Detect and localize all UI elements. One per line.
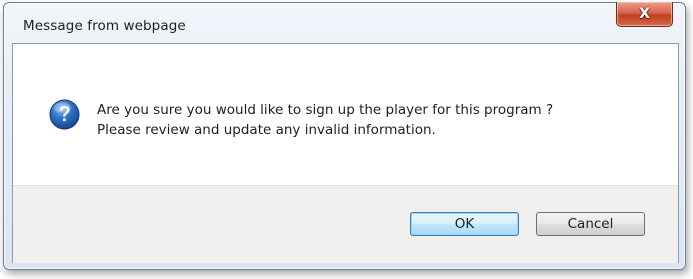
message-area: Are you sure you would like to sign up t… [13, 44, 678, 185]
button-bar: OK Cancel [13, 185, 678, 263]
dialog-title: Message from webpage [23, 18, 186, 34]
message-line-1: Are you sure you would like to sign up t… [97, 102, 554, 118]
close-button[interactable]: X [616, 2, 673, 27]
dialog-message: Are you sure you would like to sign up t… [97, 100, 553, 140]
message-dialog: Message from webpage X Are you sure you … [3, 2, 686, 270]
dialog-body: Are you sure you would like to sign up t… [12, 43, 679, 263]
cancel-button[interactable]: Cancel [536, 212, 645, 236]
message-line-2: Please review and update any invalid inf… [97, 122, 436, 138]
close-icon: X [639, 6, 650, 22]
question-icon [49, 99, 80, 130]
title-bar[interactable]: Message from webpage X [4, 2, 685, 41]
ok-button[interactable]: OK [410, 212, 519, 236]
